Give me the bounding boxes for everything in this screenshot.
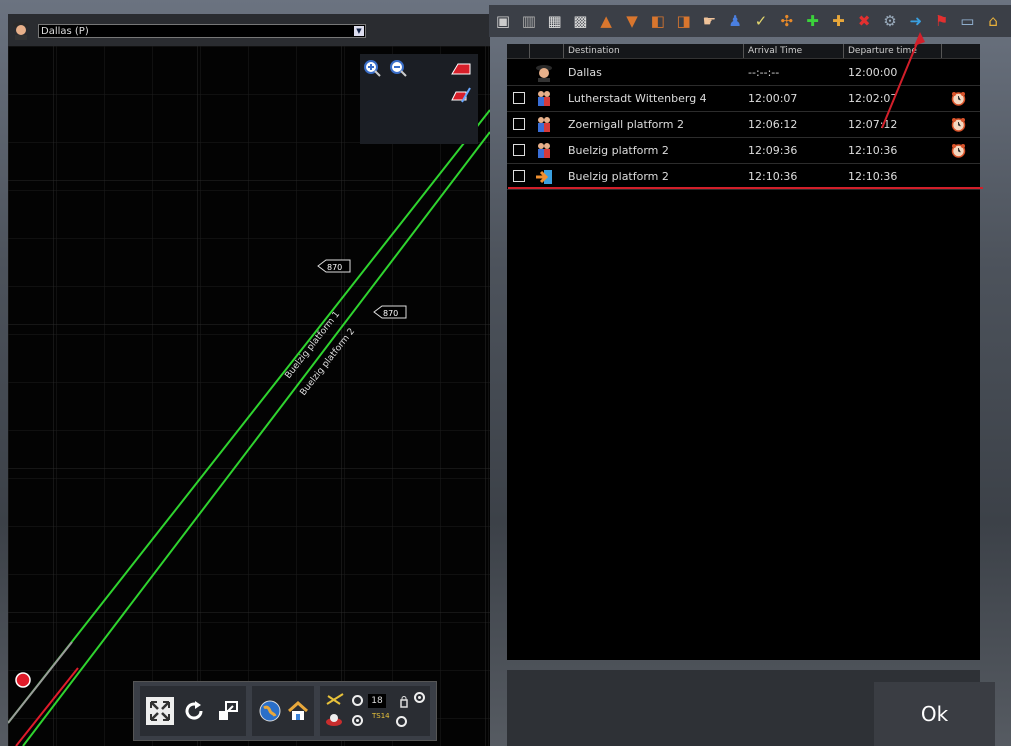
header-icon-col xyxy=(529,44,563,58)
view-controls-group xyxy=(140,686,246,736)
bottom-control-bar: 18 TS14 xyxy=(133,681,437,741)
row-arrival-time: 12:10:36 xyxy=(748,170,798,183)
row-destination: Dallas xyxy=(568,66,602,79)
rotate-icon[interactable] xyxy=(180,697,208,725)
driver-name: Dallas (P) xyxy=(41,26,89,37)
fullscreen-icon[interactable] xyxy=(146,697,174,725)
driver-status-group: 18 TS14 xyxy=(320,686,430,736)
lock-toggle[interactable] xyxy=(414,692,425,703)
remove-red-icon[interactable]: ✖ xyxy=(854,11,874,31)
driver-hat-icon xyxy=(326,714,342,726)
annotation-arrow xyxy=(881,32,925,129)
driver-dropdown[interactable]: Dallas (P) ▼ xyxy=(38,24,366,38)
alarm-clock-icon[interactable] xyxy=(951,143,966,158)
row-departure-time: 12:10:36 xyxy=(848,170,898,183)
window-icon[interactable] xyxy=(214,697,242,725)
header-alarm-col xyxy=(941,44,973,58)
header-checkbox-col xyxy=(507,44,529,58)
row-checkbox[interactable] xyxy=(513,170,525,182)
add-orange-icon[interactable]: ✚ xyxy=(828,11,848,31)
trash-icon[interactable]: ▥ xyxy=(519,11,539,31)
chevron-down-icon[interactable]: ▼ xyxy=(354,26,364,36)
annotation-underline xyxy=(508,187,983,189)
row-arrival-time: 12:06:12 xyxy=(748,118,798,131)
speed-label: TS14 xyxy=(372,712,390,720)
move-up-icon[interactable]: ▲ xyxy=(596,11,616,31)
zoom-out-icon[interactable] xyxy=(390,60,408,78)
row-checkbox[interactable] xyxy=(513,118,525,130)
map-view[interactable]: 870 870 Buelzig platform 1 Buelzig platf… xyxy=(8,46,490,746)
row-checkbox[interactable] xyxy=(513,92,525,104)
alarm-clock-icon[interactable] xyxy=(951,117,966,132)
row-departure-time: 12:10:36 xyxy=(848,144,898,157)
driver-portrait-icon xyxy=(13,22,29,40)
flag-icon[interactable]: ⚑ xyxy=(932,11,952,31)
insert-after-icon[interactable]: ◨ xyxy=(674,11,694,31)
shuffle-icon[interactable]: ✣ xyxy=(777,11,797,31)
row-destination: Buelzig platform 2 xyxy=(568,170,669,183)
map-nav-group xyxy=(252,686,314,736)
passengers-icon xyxy=(535,142,553,160)
window-bar-icon[interactable]: ▭ xyxy=(957,11,977,31)
row-checkbox[interactable] xyxy=(513,144,525,156)
row-arrival-time: 12:00:07 xyxy=(748,92,798,105)
checklist-icon[interactable]: ✓ xyxy=(751,11,771,31)
passengers-icon xyxy=(535,90,553,108)
save-icon[interactable]: ▣ xyxy=(493,11,513,31)
row-arrival-time: --:--:-- xyxy=(748,66,780,79)
counter-value: 18 xyxy=(368,694,386,708)
point-hand-icon[interactable]: ☛ xyxy=(699,11,719,31)
map-controls-panel xyxy=(360,54,478,144)
lock-icon xyxy=(400,696,408,708)
schedule-list: Destination Arrival Time Departure time … xyxy=(507,44,980,660)
signal-toggle[interactable] xyxy=(352,695,363,706)
passengers-icon[interactable]: ♟ xyxy=(725,11,745,31)
header-destination[interactable]: Destination xyxy=(563,44,743,58)
station-icon[interactable]: ⌂ xyxy=(983,11,1003,31)
grid-small-icon[interactable]: ▦ xyxy=(545,11,565,31)
row-destination: Zoernigall platform 2 xyxy=(568,118,684,131)
driver-toggle[interactable] xyxy=(352,715,363,726)
ok-button[interactable]: Ok xyxy=(874,682,995,746)
speed-toggle[interactable] xyxy=(396,716,407,727)
row-destination: Lutherstadt Wittenberg 4 xyxy=(568,92,707,105)
signal-icon xyxy=(326,693,344,705)
passengers-icon xyxy=(535,116,553,134)
exit-arrow-icon xyxy=(535,168,553,186)
alarm-clock-icon[interactable] xyxy=(951,91,966,106)
grid-large-icon[interactable]: ▩ xyxy=(570,11,590,31)
table-row[interactable]: Buelzig platform 2 12:09:36 12:10:36 xyxy=(507,138,980,164)
schedule-toolbar: ▣ ▥ ▦ ▩ ▲ ▼ ◧ ◨ ☛ ♟ ✓ ✣ ✚ ✚ ✖ ⚙ ➜ ⚑ ▭ ⌂ xyxy=(489,5,1011,37)
insert-before-icon[interactable]: ◧ xyxy=(648,11,668,31)
driver-header: Dallas (P) ▼ xyxy=(8,14,490,46)
header-arrival-time[interactable]: Arrival Time xyxy=(743,44,843,58)
row-destination: Buelzig platform 2 xyxy=(568,144,669,157)
home-icon[interactable] xyxy=(284,697,312,725)
globe-icon[interactable] xyxy=(256,697,284,725)
eraser-icon[interactable] xyxy=(450,60,472,78)
row-arrival-time: 12:09:36 xyxy=(748,144,798,157)
zoom-in-icon[interactable] xyxy=(364,60,382,78)
map-lower-region xyxy=(8,210,490,746)
move-down-icon[interactable]: ▼ xyxy=(622,11,642,31)
driver-portrait-icon xyxy=(535,64,553,82)
path-edit-icon[interactable] xyxy=(450,86,472,104)
add-green-icon[interactable]: ✚ xyxy=(803,11,823,31)
